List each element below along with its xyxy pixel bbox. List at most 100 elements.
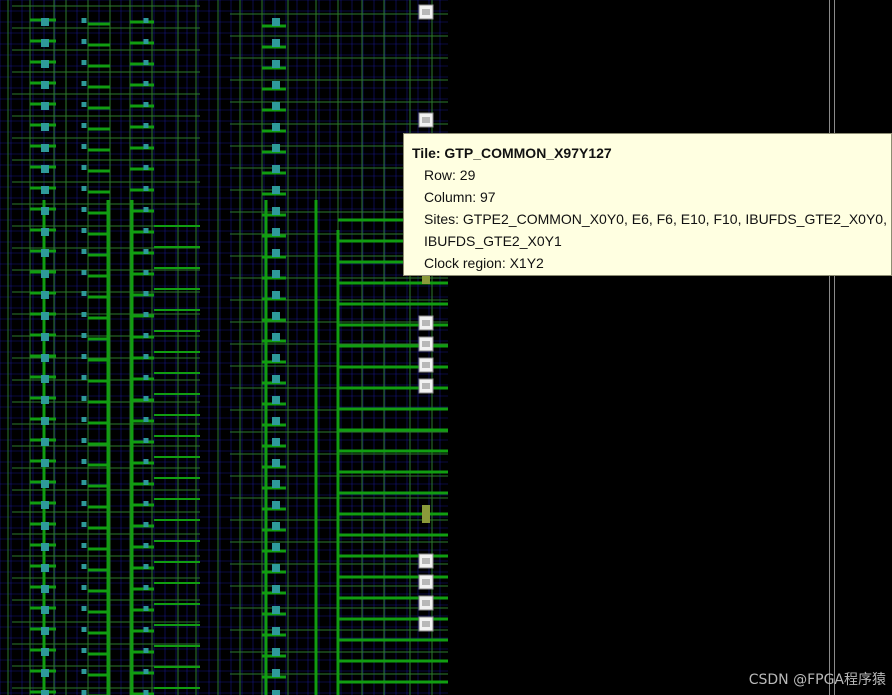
- logic-site: [81, 312, 87, 317]
- logic-site: [41, 648, 49, 656]
- logic-site: [272, 438, 280, 446]
- logic-site: [81, 564, 87, 569]
- logic-site: [272, 312, 280, 320]
- logic-site: [143, 39, 149, 44]
- tooltip-sites: Sites: GTPE2_COMMON_X0Y0, E6, F6, E10, F…: [424, 211, 887, 227]
- logic-site: [41, 102, 49, 110]
- logic-site: [143, 186, 149, 191]
- logic-site: [272, 375, 280, 383]
- logic-site: [81, 165, 87, 170]
- logic-site: [41, 312, 49, 320]
- logic-site: [272, 333, 280, 341]
- logic-site: [272, 690, 280, 695]
- logic-site: [272, 207, 280, 215]
- memory-site-icon: [418, 4, 434, 20]
- logic-site: [41, 354, 49, 362]
- logic-site: [143, 354, 149, 359]
- logic-site: [81, 585, 87, 590]
- logic-site: [143, 18, 149, 23]
- memory-site-body: [422, 362, 430, 368]
- logic-site: [272, 39, 280, 47]
- logic-site: [81, 543, 87, 548]
- logic-site: [81, 627, 87, 632]
- logic-site: [81, 39, 87, 44]
- logic-site: [41, 606, 49, 614]
- tooltip-row: Row: 29: [424, 167, 476, 183]
- memory-site-body: [422, 9, 430, 15]
- tooltip-title: Tile: GTP_COMMON_X97Y127: [412, 145, 612, 161]
- logic-site: [272, 144, 280, 152]
- logic-site: [143, 648, 149, 653]
- logic-site: [272, 228, 280, 236]
- logic-site: [143, 291, 149, 296]
- logic-site: [81, 228, 87, 233]
- logic-site: [143, 144, 149, 149]
- routing-wires: [7, 0, 448, 695]
- logic-site: [272, 354, 280, 362]
- device-view[interactable]: [0, 0, 892, 695]
- logic-site: [143, 480, 149, 485]
- logic-site: [143, 396, 149, 401]
- logic-site: [143, 669, 149, 674]
- memory-site-icon: [418, 315, 434, 331]
- tooltip-clock-region: Clock region: X1Y2: [424, 255, 544, 271]
- logic-site: [41, 522, 49, 530]
- logic-site: [41, 438, 49, 446]
- logic-site: [41, 207, 49, 215]
- logic-site: [41, 165, 49, 173]
- logic-site: [81, 606, 87, 611]
- logic-site: [143, 459, 149, 464]
- logic-site: [41, 501, 49, 509]
- logic-site: [272, 669, 280, 677]
- logic-site: [143, 438, 149, 443]
- vertical-scrollbar[interactable]: [829, 0, 835, 695]
- logic-site: [41, 60, 49, 68]
- logic-site: [143, 543, 149, 548]
- logic-site: [41, 123, 49, 131]
- logic-site: [81, 60, 87, 65]
- logic-site: [272, 627, 280, 635]
- logic-site: [41, 228, 49, 236]
- logic-site: [272, 60, 280, 68]
- memory-site-body: [422, 621, 430, 627]
- logic-site: [41, 81, 49, 89]
- logic-site: [41, 480, 49, 488]
- highlight-marker: [422, 505, 430, 523]
- memory-site-body: [422, 117, 430, 123]
- logic-site: [81, 438, 87, 443]
- logic-site: [272, 648, 280, 656]
- memory-site-body: [422, 558, 430, 564]
- tooltip-column: Column: 97: [424, 189, 496, 205]
- logic-site: [143, 417, 149, 422]
- logic-site: [143, 60, 149, 65]
- memory-site-body: [422, 600, 430, 606]
- logic-site: [143, 207, 149, 212]
- logic-site: [81, 18, 87, 23]
- logic-site: [81, 123, 87, 128]
- logic-site: [272, 102, 280, 110]
- logic-site: [81, 690, 87, 695]
- logic-site: [41, 669, 49, 677]
- logic-site: [81, 522, 87, 527]
- logic-site: [272, 81, 280, 89]
- logic-site: [41, 627, 49, 635]
- logic-site: [41, 291, 49, 299]
- logic-site: [81, 480, 87, 485]
- logic-site: [41, 375, 49, 383]
- logic-site: [143, 627, 149, 632]
- logic-site: [41, 690, 49, 695]
- logic-site: [143, 375, 149, 380]
- logic-site: [41, 396, 49, 404]
- logic-site: [272, 543, 280, 551]
- logic-site: [272, 270, 280, 278]
- logic-site: [143, 690, 149, 695]
- logic-site: [272, 249, 280, 257]
- memory-site-icon: [418, 574, 434, 590]
- logic-site: [272, 18, 280, 26]
- logic-site: [272, 480, 280, 488]
- logic-site: [143, 81, 149, 86]
- logic-site: [272, 606, 280, 614]
- logic-site: [143, 102, 149, 107]
- logic-site: [143, 501, 149, 506]
- logic-site: [81, 270, 87, 275]
